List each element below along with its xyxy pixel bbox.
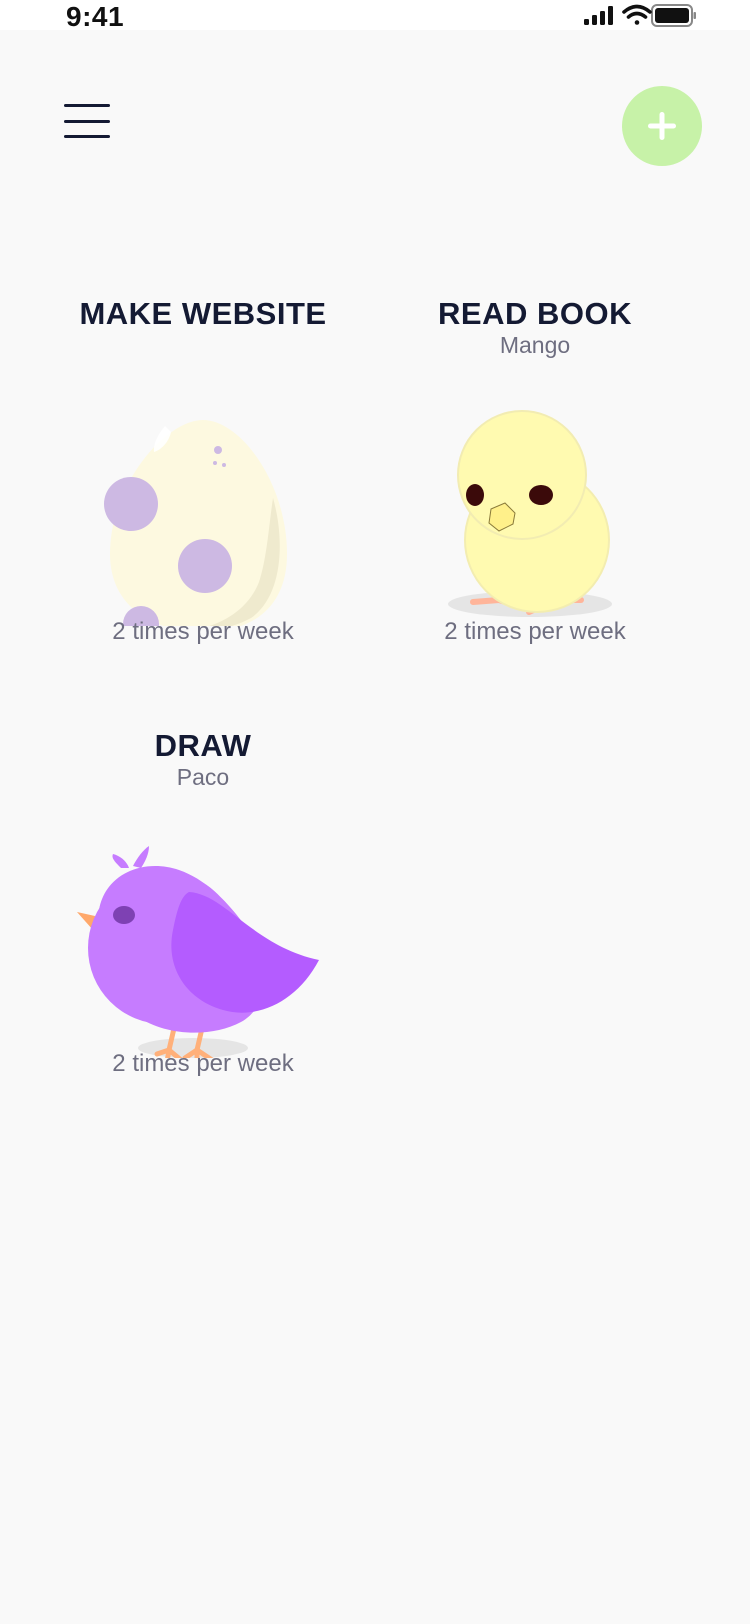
habit-frequency: 2 times per week [112,618,294,645]
habit-title: MAKE WEBSITE [79,296,327,331]
menu-button[interactable] [60,104,112,144]
plus-icon [648,112,676,140]
battery-icon [651,4,696,27]
bird-pet-image [77,846,319,1058]
habit-card-draw[interactable]: DRAW Paco 2 times per week [53,728,353,1128]
egg-pet-image [104,420,287,626]
habit-frequency: 2 times per week [112,1050,294,1077]
habit-frequency: 2 times per week [444,618,626,645]
habit-title: DRAW [154,728,252,763]
wifi-icon [622,4,652,25]
status-bar: 9:41 [0,0,750,40]
hamburger-menu-icon-line [64,120,110,123]
hamburger-menu-icon-line [64,135,110,138]
habit-card-make-website[interactable]: MAKE WEBSITE 2 times per week [53,296,353,696]
habit-card-read-book[interactable]: READ BOOK Mango 2 times per week [385,296,685,696]
cellular-signal-icon [584,6,613,25]
status-icons [582,2,722,32]
habit-title: READ BOOK [438,296,632,331]
hamburger-menu-icon [64,104,110,107]
status-icons-svg [584,4,696,27]
chick-pet-image [448,410,612,617]
add-habit-button[interactable] [622,86,702,166]
status-time: 9:41 [66,1,125,32]
